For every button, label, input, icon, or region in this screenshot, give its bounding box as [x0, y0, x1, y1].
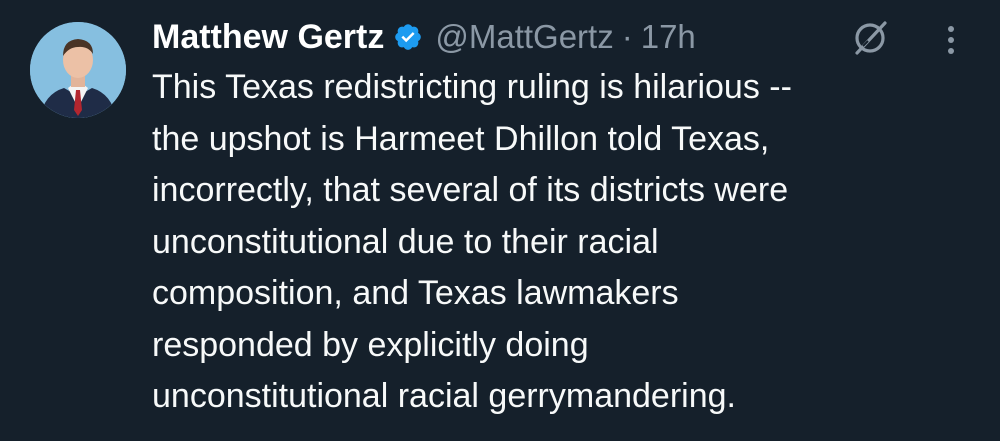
more-options-icon[interactable] — [940, 20, 962, 60]
tweet-header: Matthew Gertz @MattGertz · 17h — [152, 12, 696, 62]
separator-dot: · — [621, 18, 633, 55]
avatar-image — [30, 22, 126, 118]
tweet-text: This Texas redistricting ruling is hilar… — [152, 68, 792, 415]
verified-badge-icon — [395, 24, 422, 50]
display-name[interactable]: Matthew Gertz — [152, 18, 384, 57]
tweet-card[interactable]: Matthew Gertz @MattGertz · 17h This Texa… — [0, 0, 1000, 441]
tweet-timestamp[interactable]: 17h — [641, 18, 696, 56]
grok-icon[interactable] — [848, 16, 892, 60]
avatar[interactable] — [30, 22, 126, 118]
user-handle[interactable]: @MattGertz — [435, 18, 613, 56]
